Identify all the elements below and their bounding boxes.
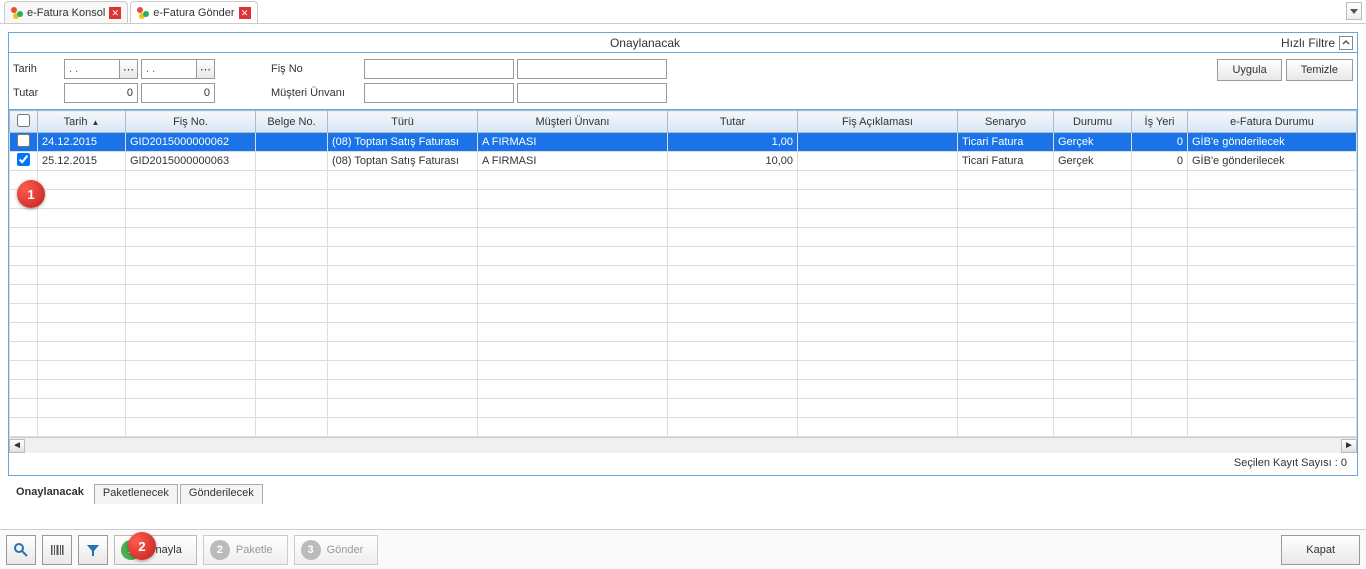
tab-overflow-button[interactable] — [1346, 2, 1362, 20]
step-label: Paketle — [236, 544, 273, 556]
quick-filter-label[interactable]: Hızlı Filtre — [1281, 36, 1335, 50]
subtab-gonderilecek[interactable]: Gönderilecek — [180, 484, 263, 504]
table-row-empty — [10, 380, 1357, 399]
row-checkbox[interactable] — [17, 153, 30, 166]
close-icon[interactable]: ✕ — [109, 7, 121, 19]
selected-count-label: Seçilen Kayıt Sayısı : 0 — [1234, 457, 1347, 469]
filter-fisno-label: Fiş No — [271, 63, 361, 75]
header-musteri[interactable]: Müşteri Ünvanı — [478, 111, 668, 133]
barcode-icon — [49, 542, 65, 558]
app-tab-gonder[interactable]: e-Fatura Gönder ✕ — [130, 1, 257, 23]
table-row-empty — [10, 361, 1357, 380]
apply-button[interactable]: Uygula — [1217, 59, 1281, 81]
main-panel: Onaylanacak Hızlı Filtre Tarih . . ⋯ . .… — [8, 32, 1358, 476]
row-checkbox[interactable] — [17, 134, 30, 147]
app-icon — [137, 7, 149, 19]
funnel-icon — [85, 542, 101, 558]
header-select-all[interactable] — [10, 111, 38, 133]
header-belge[interactable]: Belge No. — [256, 111, 328, 133]
filter-fisno-input2[interactable] — [517, 59, 667, 79]
header-fisno[interactable]: Fiş No. — [126, 111, 256, 133]
date-picker-icon[interactable]: ⋯ — [119, 60, 137, 78]
filter-tutar-from[interactable]: 0 — [64, 83, 138, 103]
header-sen[interactable]: Senaryo — [958, 111, 1054, 133]
subtab-onaylanacak[interactable]: Onaylanacak — [8, 484, 92, 504]
table-row-empty — [10, 171, 1357, 190]
search-button[interactable] — [6, 535, 36, 565]
step-number-badge: 3 — [301, 540, 321, 560]
annotation-callout-2: 2 — [128, 532, 156, 560]
table-row-empty — [10, 418, 1357, 437]
app-icon — [11, 7, 23, 19]
sort-asc-icon: ▲ — [91, 118, 99, 127]
table-row-empty — [10, 342, 1357, 361]
filter-musteri-input[interactable] — [364, 83, 514, 103]
filter-tutar-label: Tutar — [13, 87, 61, 99]
app-tab-label: e-Fatura Konsol — [27, 7, 105, 19]
close-icon[interactable]: ✕ — [239, 7, 251, 19]
table-row-empty — [10, 304, 1357, 323]
filter-button[interactable] — [78, 535, 108, 565]
close-button[interactable]: Kapat — [1281, 535, 1360, 565]
subtab-bar: Onaylanacak Paketlenecek Gönderilecek — [8, 484, 1366, 504]
collapse-icon[interactable] — [1339, 36, 1353, 50]
table-row[interactable]: 24.12.2015GID2015000000062(08) Toptan Sa… — [10, 133, 1357, 152]
header-tarih[interactable]: Tarih▲ — [38, 111, 126, 133]
action-bar: 1 Onayla 2 Paketle 3 Gönder Kapat — [0, 529, 1366, 569]
header-acik[interactable]: Fiş Açıklaması — [798, 111, 958, 133]
panel-footer: Seçilen Kayıt Sayısı : 0 — [9, 453, 1357, 475]
scroll-left-icon[interactable]: ◄ — [9, 439, 25, 453]
table-row[interactable]: 25.12.2015GID2015000000063(08) Toptan Sa… — [10, 152, 1357, 171]
subtab-paketlenecek[interactable]: Paketlenecek — [94, 484, 178, 504]
chevron-down-icon — [1350, 7, 1358, 15]
header-tutar[interactable]: Tutar — [668, 111, 798, 133]
filter-musteri-label: Müşteri Ünvanı — [271, 87, 361, 99]
annotation-callout-1: 1 — [17, 180, 45, 208]
filter-bar: Tarih . . ⋯ . . ⋯ Tutar 0 0 Fiş No — [9, 53, 1357, 110]
scroll-right-icon[interactable]: ► — [1341, 439, 1357, 453]
filter-tarih-label: Tarih — [13, 63, 61, 75]
table-row-empty — [10, 266, 1357, 285]
header-durum[interactable]: Durumu — [1054, 111, 1132, 133]
grid-header-row: Tarih▲ Fiş No. Belge No. Türü Müşteri Ün… — [10, 111, 1357, 133]
filter-tutar-to[interactable]: 0 — [141, 83, 215, 103]
table-row-empty — [10, 190, 1357, 209]
clear-button[interactable]: Temizle — [1286, 59, 1353, 81]
step-paketle-button[interactable]: 2 Paketle — [203, 535, 288, 565]
panel-title: Onaylanacak — [9, 36, 1281, 50]
date-picker-icon[interactable]: ⋯ — [196, 60, 214, 78]
table-row-empty — [10, 228, 1357, 247]
search-icon — [13, 542, 29, 558]
data-grid: Tarih▲ Fiş No. Belge No. Türü Müşteri Ün… — [9, 110, 1357, 453]
barcode-button[interactable] — [42, 535, 72, 565]
header-efat[interactable]: e-Fatura Durumu — [1188, 111, 1357, 133]
step-gonder-button[interactable]: 3 Gönder — [294, 535, 379, 565]
table-row-empty — [10, 209, 1357, 228]
table-row-empty — [10, 247, 1357, 266]
app-tab-label: e-Fatura Gönder — [153, 7, 234, 19]
panel-header: Onaylanacak Hızlı Filtre — [9, 33, 1357, 53]
step-label: Gönder — [327, 544, 364, 556]
table-row-empty — [10, 399, 1357, 418]
filter-musteri-input2[interactable] — [517, 83, 667, 103]
table-row-empty — [10, 285, 1357, 304]
horizontal-scrollbar[interactable]: ◄ ► — [9, 437, 1357, 453]
header-turu[interactable]: Türü — [328, 111, 478, 133]
header-isyeri[interactable]: İş Yeri — [1132, 111, 1188, 133]
table-row-empty — [10, 323, 1357, 342]
filter-tarih-from[interactable]: . . ⋯ — [64, 59, 138, 79]
filter-fisno-input[interactable] — [364, 59, 514, 79]
app-tab-bar: e-Fatura Konsol ✕ e-Fatura Gönder ✕ — [0, 0, 1366, 24]
filter-tarih-to[interactable]: . . ⋯ — [141, 59, 215, 79]
app-tab-konsol[interactable]: e-Fatura Konsol ✕ — [4, 1, 128, 23]
step-number-badge: 2 — [210, 540, 230, 560]
select-all-checkbox[interactable] — [17, 114, 30, 127]
